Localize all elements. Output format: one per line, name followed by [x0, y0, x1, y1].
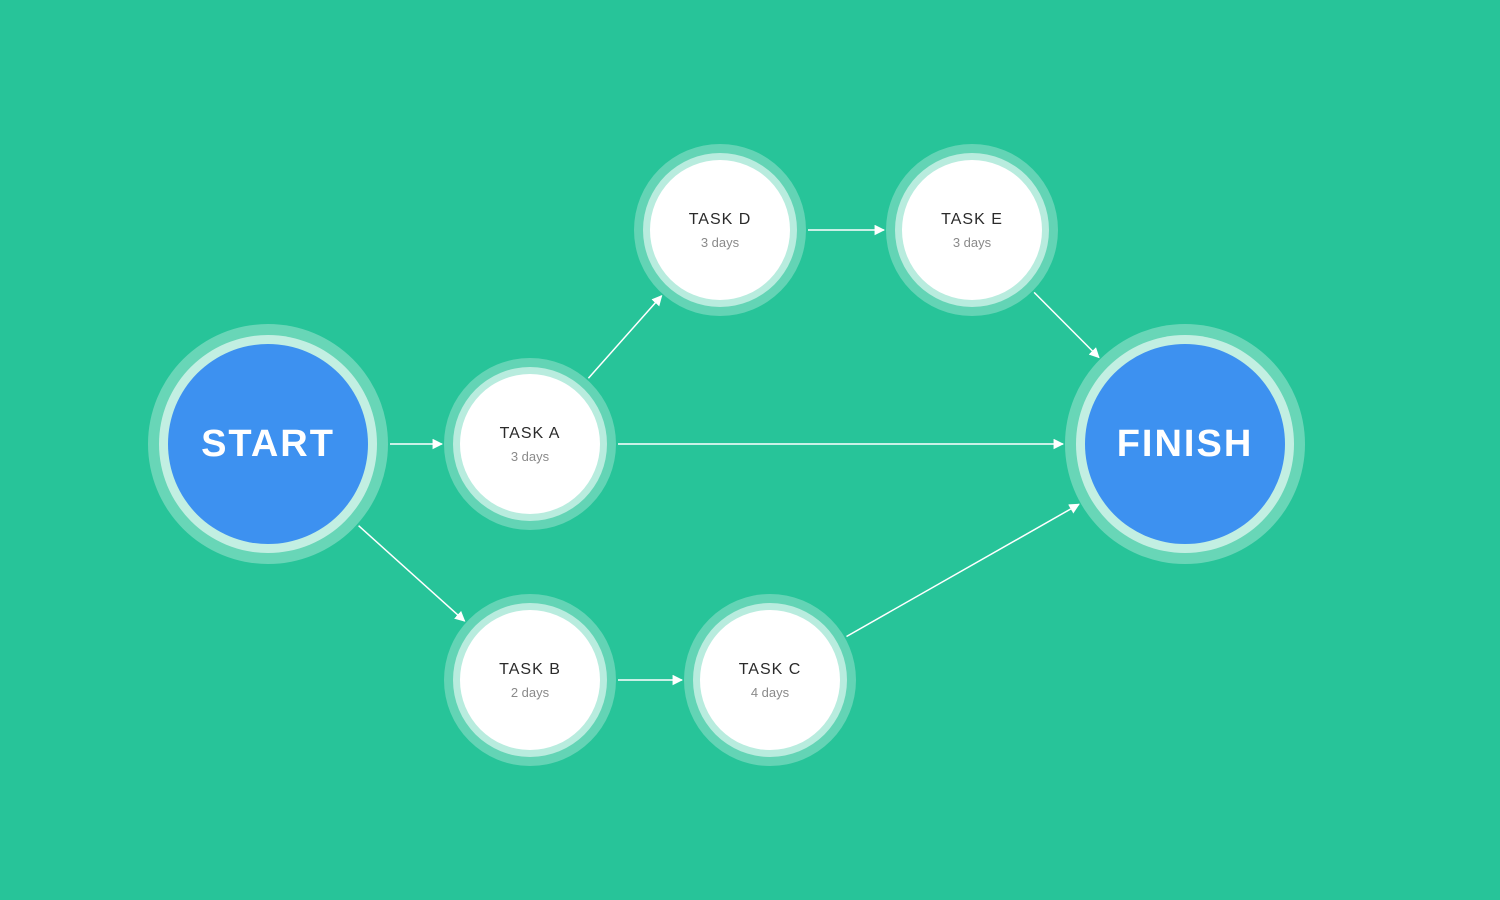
node-finish: FINISH [1085, 344, 1285, 544]
node-task-e: TASK E 3 days [902, 160, 1042, 300]
edge-c-to-finish [847, 504, 1079, 636]
node-task-d-duration: 3 days [701, 235, 739, 250]
node-task-c-duration: 4 days [751, 685, 789, 700]
node-start-label: START [201, 423, 335, 466]
diagram-stage: START FINISH TASK A 3 days TASK B 2 days… [0, 0, 1500, 900]
node-task-a-label: TASK A [500, 425, 561, 443]
node-task-e-duration: 3 days [953, 235, 991, 250]
node-task-a: TASK A 3 days [460, 374, 600, 514]
node-start: START [168, 344, 368, 544]
node-task-a-duration: 3 days [511, 449, 549, 464]
node-task-b-duration: 2 days [511, 685, 549, 700]
node-task-d: TASK D 3 days [650, 160, 790, 300]
edge-a-to-d [588, 296, 661, 378]
edge-e-to-finish [1034, 292, 1099, 357]
node-task-c-label: TASK C [739, 661, 802, 679]
node-finish-label: FINISH [1117, 423, 1254, 466]
node-task-b-label: TASK B [499, 661, 561, 679]
node-task-d-label: TASK D [689, 211, 752, 229]
node-task-e-label: TASK E [941, 211, 1003, 229]
node-task-c: TASK C 4 days [700, 610, 840, 750]
node-task-b: TASK B 2 days [460, 610, 600, 750]
edge-start-to-b [359, 526, 465, 621]
